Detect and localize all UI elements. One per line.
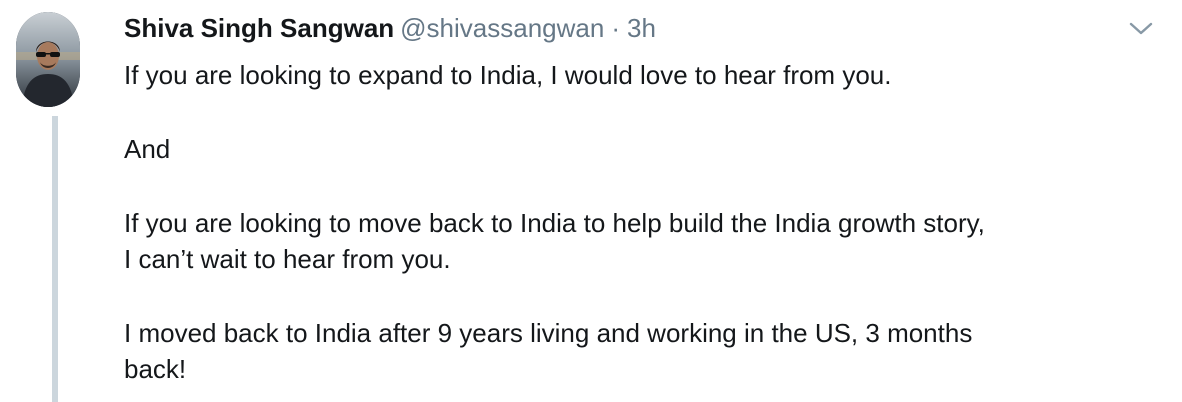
avatar[interactable] [16,12,80,107]
tweet-header: Shiva Singh Sangwan @shivassangwan · 3h [124,12,656,44]
paragraph-4-line-2: back! [124,354,187,384]
thread-line [52,116,58,402]
paragraph-3-line-2: I can’t wait to hear from you. [124,244,451,274]
tweet[interactable]: Shiva Singh Sangwan @shivassangwan · 3h If … [0,0,1182,402]
chevron-down-icon [1129,22,1153,35]
paragraph-2: And [124,134,171,164]
more-options-button[interactable] [1126,16,1156,40]
separator-dot: · [611,13,620,43]
display-name[interactable]: Shiva Singh Sangwan [124,13,394,43]
profile-photo [16,12,80,107]
user-handle[interactable]: @shivassangwan [400,13,604,43]
tweet-text: If you are looking to expand to India, I… [124,57,1164,387]
timestamp[interactable]: 3h [627,13,656,43]
paragraph-1: If you are looking to expand to India, I… [124,60,892,90]
paragraph-4-line-1: I moved back to India after 9 years livi… [124,318,973,348]
paragraph-3-line-1: If you are looking to move back to India… [124,208,985,238]
